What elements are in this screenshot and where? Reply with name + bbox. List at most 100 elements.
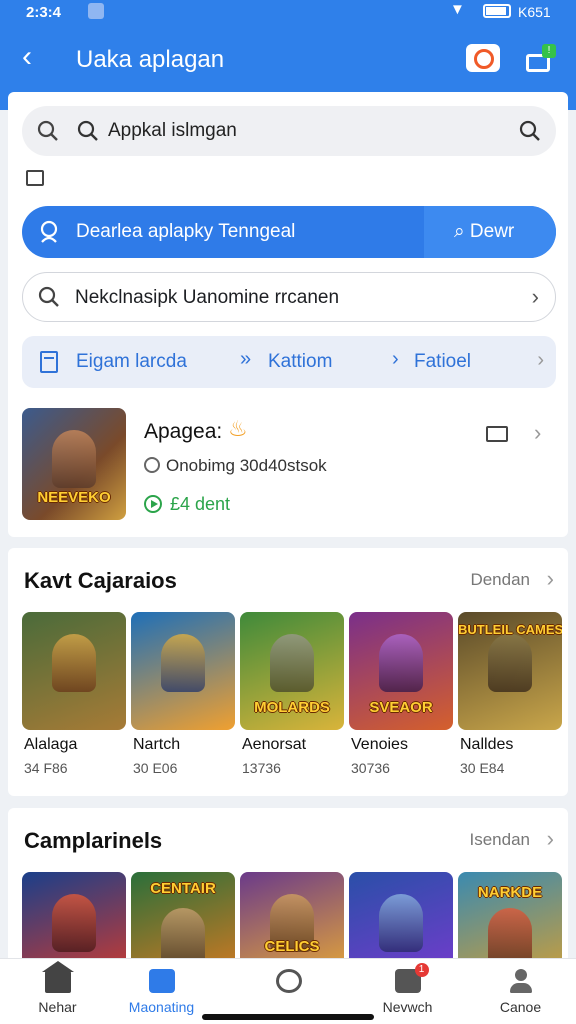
meeting-icon — [148, 969, 175, 993]
cart-icon[interactable]: ! — [524, 44, 556, 74]
search-icon — [77, 120, 98, 141]
home-indicator[interactable] — [202, 1014, 374, 1020]
play-icon — [144, 495, 162, 513]
featured-app-name: Apagea: — [144, 420, 223, 443]
section-more-link[interactable]: Isendan — [470, 830, 531, 850]
game-name: Alalaga — [24, 736, 78, 753]
nav-item-home[interactable]: Nehar — [0, 961, 115, 1021]
chip-2[interactable]: Kattiom — [268, 351, 332, 373]
chevron-right-icon[interactable]: › — [547, 566, 554, 592]
chevron-right-icon[interactable]: › — [534, 420, 541, 446]
game-name: Nalldes — [460, 736, 514, 753]
character-art — [52, 430, 96, 488]
game-count: 34 F86 — [24, 760, 68, 776]
dev-icon: ⌕ — [454, 221, 470, 242]
nav-item-meeting[interactable]: Maonating — [104, 965, 219, 1021]
search-input[interactable]: Appkal islmgan — [108, 120, 237, 142]
game-image: SVEAOR — [349, 612, 453, 730]
chip-1[interactable]: Eigam larcda — [76, 351, 187, 373]
game-count: 30 E06 — [133, 760, 178, 776]
image-icon[interactable] — [486, 426, 508, 442]
section-card: Kavt Cajaraios Dendan › Alalaga 34 F86 N… — [8, 548, 568, 796]
nav-label: Canoe — [499, 999, 542, 1015]
dev-button[interactable]: ⌕ Dewr — [454, 221, 514, 243]
dev-label: Dewr — [469, 221, 515, 242]
featured-app[interactable]: NEEVEKO Apagea: ♨ Onobimg 30d40stsok £4 … — [22, 408, 556, 524]
nav-label: Maonating — [128, 999, 195, 1015]
search-bar[interactable]: Appkal islmgan — [22, 106, 556, 156]
ball-icon — [275, 969, 302, 993]
messages-icon: 1 — [394, 963, 429, 993]
featured-download-text: £4 dent — [170, 494, 231, 514]
game-image: BUTLEIL CAMES — [458, 612, 562, 730]
camera-icon[interactable] — [466, 44, 500, 72]
search-icon — [37, 120, 58, 141]
game-count: 30 E84 — [460, 760, 505, 776]
character-art — [488, 634, 532, 692]
nav-item-profile[interactable]: Canoe — [463, 965, 576, 1021]
home-icon — [41, 961, 74, 993]
featured-app-image: NEEVEKO — [22, 408, 126, 520]
game-card[interactable]: BUTLEIL CAMES Nalldes 30 E84 — [458, 612, 562, 782]
primary-search-button[interactable]: Dearlea aplapky Tenngeal ⌕ Dewr — [22, 206, 556, 258]
character-art — [379, 634, 423, 692]
chevron-right-icon[interactable]: › — [547, 826, 554, 852]
featured-app-meta: Onobimg 30d40stsok — [144, 456, 327, 476]
section-more-link[interactable]: Dendan — [470, 570, 530, 590]
game-count: 30736 — [351, 760, 390, 776]
double-arrow-icon: » — [240, 348, 252, 370]
featured-download[interactable]: £4 dent — [144, 494, 230, 515]
game-name: Nartch — [133, 736, 181, 753]
character-art — [379, 894, 423, 952]
chip-3[interactable]: Fatioel — [414, 351, 471, 373]
secondary-search-row[interactable]: Nekclnasipk Uanomine rrcanen › — [22, 272, 556, 322]
document-icon — [40, 351, 58, 373]
character-art — [161, 634, 205, 692]
checkbox[interactable] — [26, 170, 44, 186]
nav-badge: 1 — [414, 963, 429, 977]
chevron-right-icon[interactable]: › — [537, 349, 544, 372]
battery-icon — [483, 4, 511, 18]
clock-icon — [144, 457, 160, 473]
search-submit-icon[interactable] — [518, 119, 542, 143]
game-list: Alalaga 34 F86 Nartch 30 E06 MOLARDS Aen… — [22, 612, 562, 782]
back-arrow-icon[interactable]: ‹ — [22, 42, 32, 72]
game-art-text: MOLARDS — [254, 699, 330, 716]
page-title: Uaka aplagan — [76, 46, 225, 73]
game-card[interactable]: MOLARDS Aenorsat 13736 — [240, 612, 344, 782]
search-icon — [40, 220, 58, 243]
game-art-text: NARKDE — [477, 884, 543, 901]
section-card: Camplarinels Isendan › CENTAIR CELICS NA… — [8, 808, 568, 990]
search-card: Appkal islmgan Dearlea aplapky Tenngeal … — [8, 92, 568, 537]
section-title: Kavt Cajaraios — [24, 568, 177, 593]
game-card[interactable]: Nartch 30 E06 — [131, 612, 235, 782]
game-art-text: BUTLEIL CAMES — [458, 622, 562, 637]
status-time: 2:3:4 — [26, 4, 62, 21]
game-art-text: CENTAIR — [150, 880, 216, 897]
game-name: Aenorsat — [242, 736, 307, 753]
fire-icon: ♨ — [228, 416, 248, 441]
section-title: Camplarinels — [24, 828, 163, 853]
nav-item-messages[interactable]: 1 Nevwch — [350, 963, 465, 1021]
nav-item-ball[interactable] — [231, 965, 346, 1021]
notification-icon — [88, 3, 104, 19]
nav-label: Nehar — [38, 999, 77, 1015]
character-art — [52, 894, 96, 952]
game-count: 13736 — [242, 760, 281, 776]
status-bar: 2:3:4 ▼ K651 — [0, 0, 576, 26]
game-art-text: SVEAOR — [369, 699, 433, 716]
arrow-icon: › — [392, 348, 399, 370]
game-name: Venoies — [351, 736, 408, 753]
character-art — [270, 634, 314, 692]
secondary-search-label: Nekclnasipk Uanomine rrcanen — [75, 287, 340, 308]
search-icon — [38, 286, 59, 307]
game-image: MOLARDS — [240, 612, 344, 730]
filter-chips: Eigam larcda » Kattiom › Fatioel › — [22, 336, 556, 388]
character-art — [52, 634, 96, 692]
user-icon — [508, 969, 534, 993]
game-image — [22, 612, 126, 730]
game-card[interactable]: SVEAOR Venoies 30736 — [349, 612, 453, 782]
featured-meta-text: Onobimg 30d40stsok — [166, 456, 327, 475]
game-card[interactable]: Alalaga 34 F86 — [22, 612, 126, 782]
wifi-icon: ▼ — [450, 1, 465, 18]
